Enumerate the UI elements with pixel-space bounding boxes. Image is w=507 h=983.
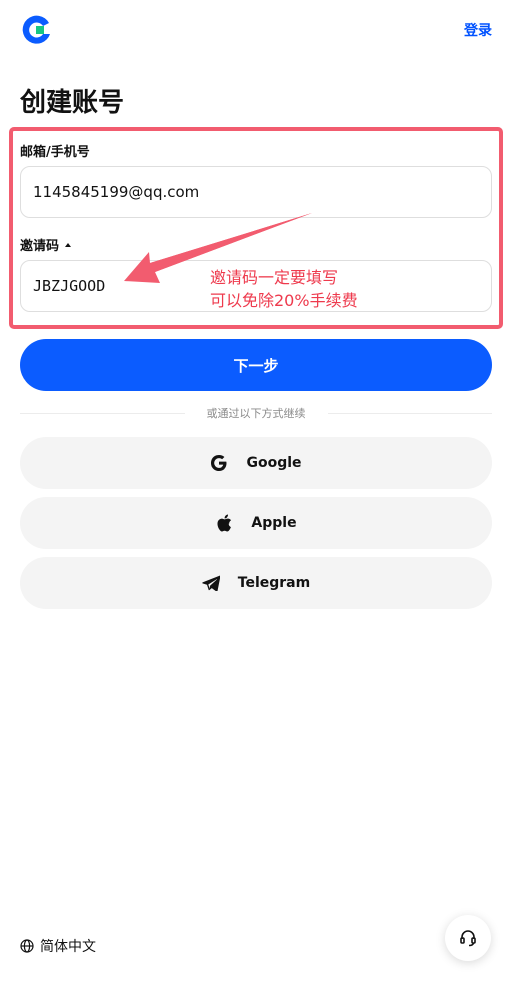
page-title: 创建账号 [20, 88, 125, 118]
invite-label[interactable]: 邀请码 [20, 234, 492, 254]
divider-line-right [327, 412, 492, 414]
caret-up-icon [65, 242, 72, 247]
invite-code-value: JBZJGOOD [33, 277, 106, 295]
email-input[interactable]: 1145845199@qq.com [20, 166, 492, 218]
annotation-line-1: 邀请码一定要填写 [210, 268, 339, 287]
divider-text: 或通过以下方式继续 [206, 407, 306, 420]
email-label-text: 邮箱/手机号 [20, 144, 90, 160]
divider: 或通过以下方式继续 [20, 404, 492, 422]
email-value: 1145845199@qq.com [33, 183, 200, 201]
next-step-button[interactable]: 下一步 [20, 339, 492, 391]
logo-icon[interactable] [19, 13, 53, 47]
divider-line-left [20, 412, 185, 414]
login-link[interactable]: 登录 [464, 20, 492, 40]
telegram-button[interactable]: Telegram [20, 557, 492, 609]
email-label: 邮箱/手机号 [20, 140, 492, 160]
google-button[interactable]: Google [20, 437, 492, 489]
annotation-text: 邀请码一定要填写 可以免除20%手续费 [210, 266, 358, 312]
invite-label-text: 邀请码 [20, 238, 60, 254]
telegram-icon [201, 574, 220, 592]
google-icon [210, 454, 228, 472]
apple-icon [215, 514, 233, 532]
google-label: Google [246, 455, 302, 471]
language-selector[interactable]: 简体中文 [20, 936, 96, 956]
apple-label: Apple [251, 515, 297, 531]
telegram-label: Telegram [237, 575, 311, 591]
globe-icon [20, 939, 34, 953]
annotation-line-2: 可以免除20%手续费 [210, 291, 358, 310]
language-label: 简体中文 [40, 939, 96, 955]
apple-button[interactable]: Apple [20, 497, 492, 549]
header: 登录 [0, 0, 507, 60]
headset-icon [460, 930, 476, 947]
support-button[interactable] [445, 915, 491, 961]
